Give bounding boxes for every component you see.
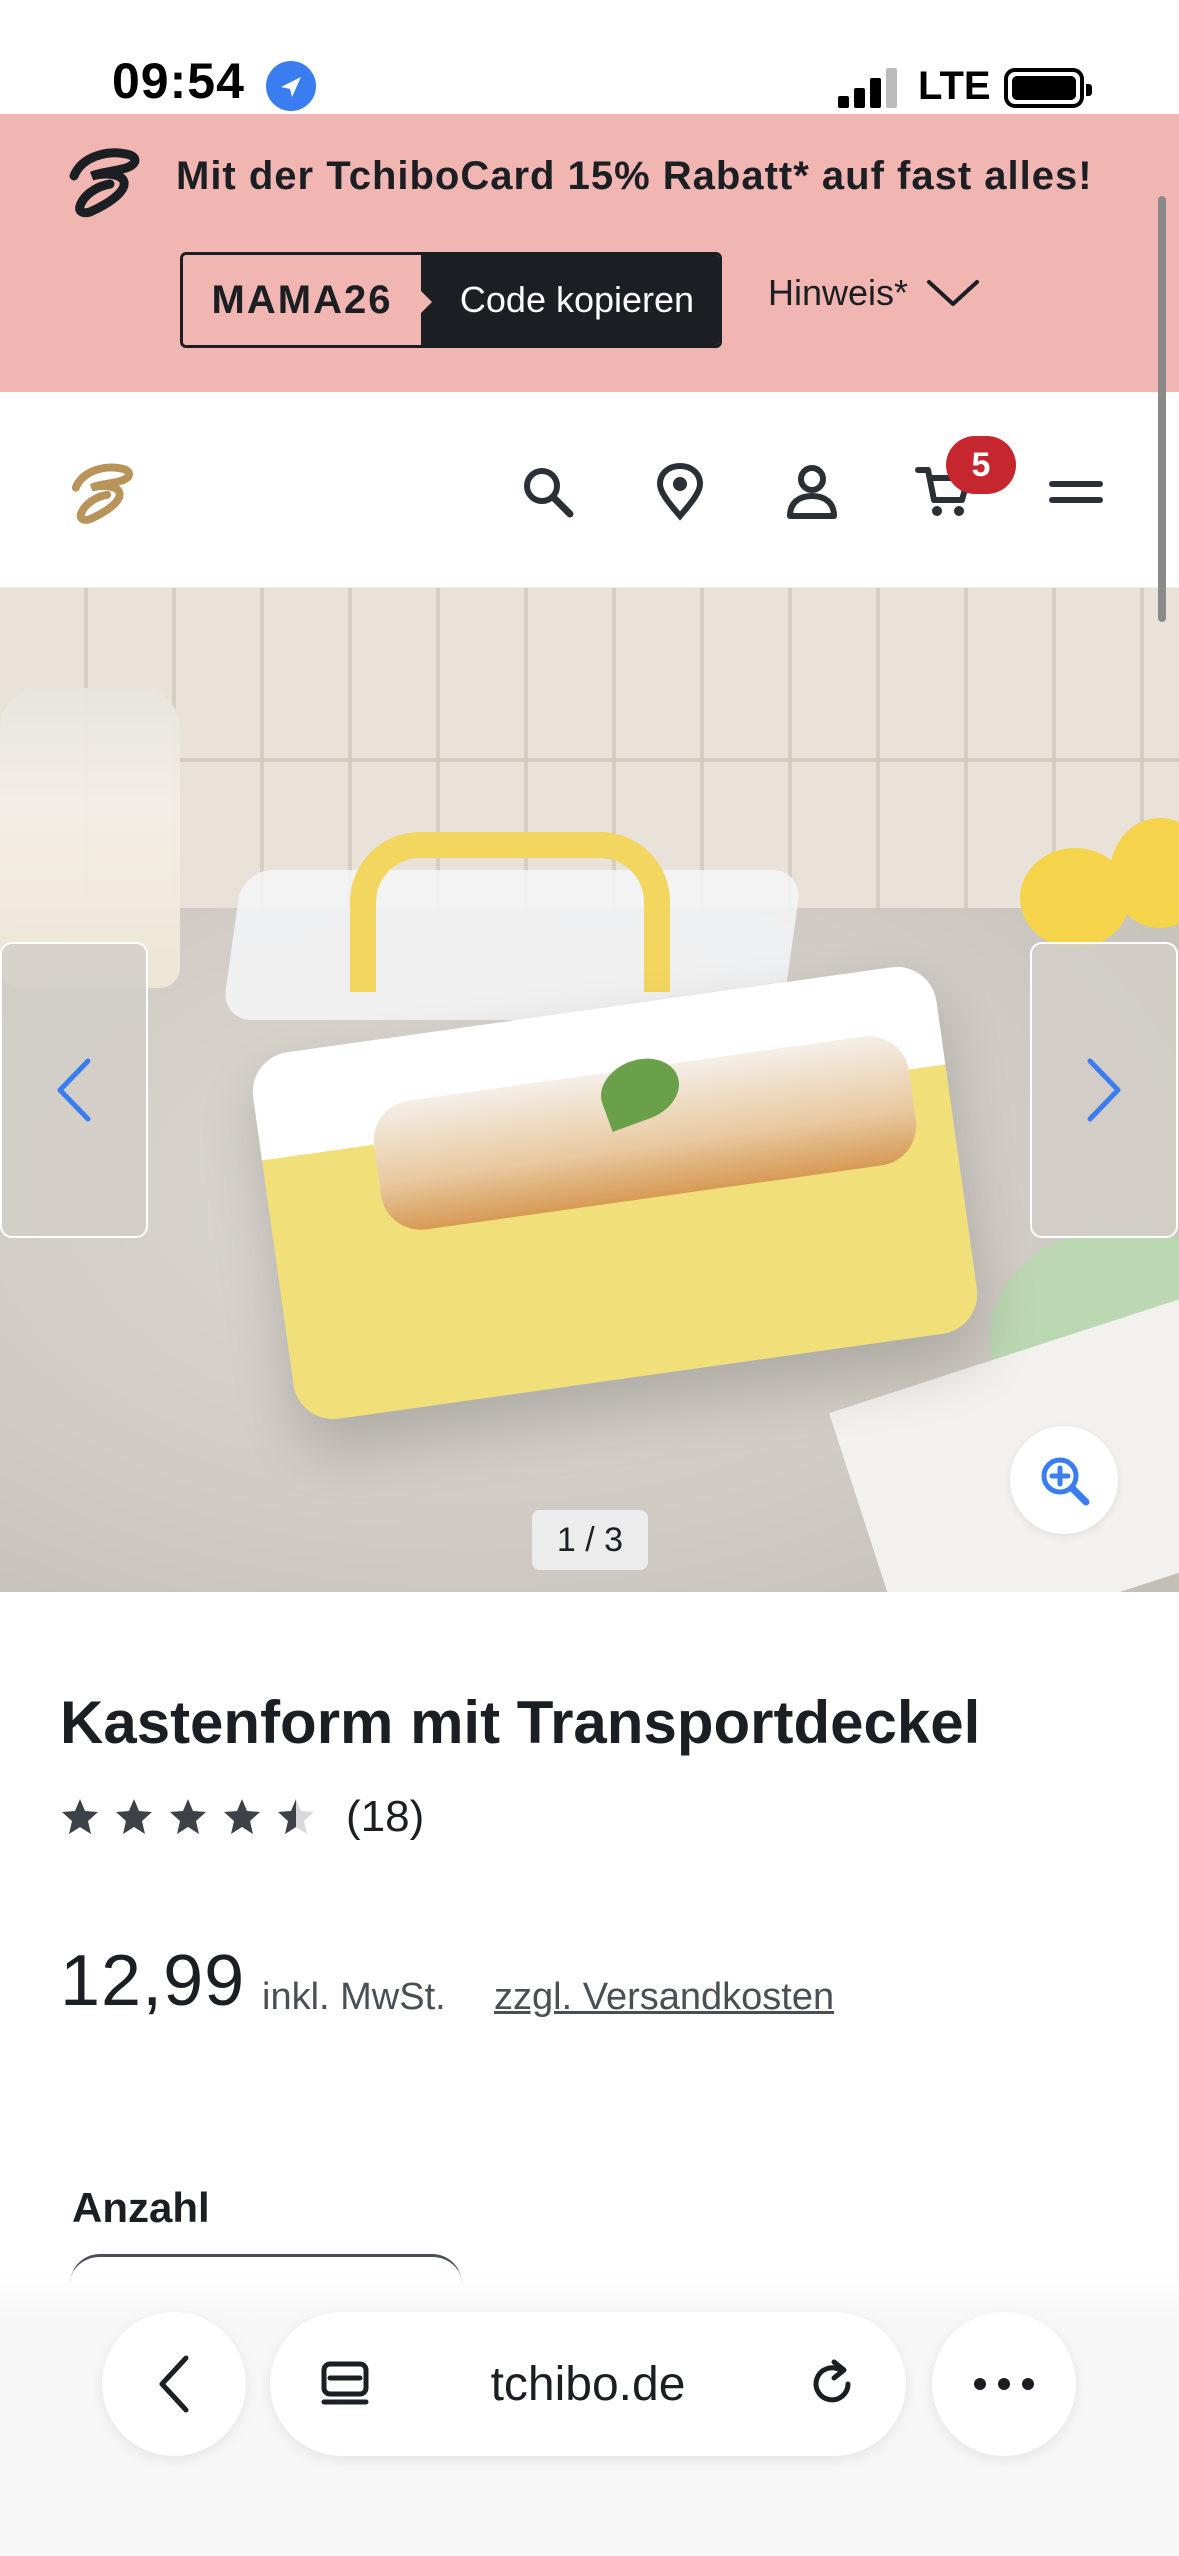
address-bar[interactable]: tchibo.de (270, 2312, 906, 2456)
site-header (0, 392, 1179, 588)
product-title: Kastenform mit Transportdeckel (60, 1689, 981, 1756)
status-bar: 09:54 LTE (0, 0, 1179, 114)
copy-code-label: Code kopieren (459, 279, 695, 320)
promo-banner: Mit der TchiboCard 15% Rabatt* auf fast … (0, 114, 1179, 392)
product-price: 12,99 (60, 1941, 246, 2021)
coupon-code: MAMA26 (211, 277, 393, 322)
shipping-link[interactable]: zzgl. Versandkosten (494, 1976, 834, 2019)
more-dots-icon (974, 2378, 1034, 2390)
browser-back-button[interactable] (102, 2312, 246, 2456)
location-arrow-icon (266, 61, 316, 111)
copy-code-button[interactable]: Code kopieren (419, 255, 719, 345)
star-half-icon (278, 1799, 314, 1834)
app-root: 09:54 LTE Mit der TchiboCard 15% Rabatt*… (0, 0, 1179, 2556)
more-options-button[interactable] (932, 2312, 1076, 2456)
chevron-left-icon (159, 2355, 189, 2413)
tchibo-logo-icon (69, 148, 140, 218)
hint-label: Hinweis* (768, 272, 909, 313)
location-pin-icon[interactable] (650, 462, 710, 522)
gallery-pager: 1 / 3 (532, 1510, 648, 1570)
tchibo-home-logo[interactable] (64, 458, 140, 528)
chevron-right-icon (1087, 1058, 1121, 1122)
product-image[interactable] (0, 588, 1179, 1592)
star-full-icon (62, 1799, 98, 1834)
signal-icon (838, 68, 900, 108)
chevron-left-icon (57, 1058, 91, 1122)
review-count: (18) (346, 1792, 425, 1841)
status-time: 09:54 (112, 53, 245, 109)
star-full-icon (224, 1799, 260, 1834)
gallery-next-button[interactable] (1030, 942, 1178, 1238)
hint-toggle[interactable]: Hinweis* (768, 272, 980, 314)
lid-handle (350, 832, 670, 992)
gallery-prev-button[interactable] (0, 942, 148, 1238)
battery-icon (1004, 68, 1092, 108)
zoom-button[interactable] (1010, 1426, 1118, 1534)
network-type: LTE (918, 64, 991, 108)
star-full-icon (170, 1799, 206, 1834)
search-icon[interactable] (518, 462, 578, 522)
tax-note: inkl. MwSt. (262, 1976, 446, 2018)
star-full-icon (116, 1799, 152, 1834)
menu-icon[interactable] (1046, 462, 1106, 522)
page-scrollbar[interactable] (1158, 196, 1166, 622)
account-icon[interactable] (782, 462, 842, 522)
reload-icon[interactable] (804, 2356, 862, 2414)
zoom-in-icon (1041, 1457, 1090, 1506)
cart-count-badge: 5 (946, 436, 1016, 494)
chevron-down-icon (927, 280, 980, 306)
promo-text: Mit der TchiboCard 15% Rabatt* auf fast … (176, 154, 1093, 198)
quantity-label: Anzahl (72, 2184, 210, 2231)
product-rating[interactable]: (18) (60, 1792, 424, 1842)
coupon-box[interactable]: MAMA26 Code kopieren (180, 252, 722, 348)
